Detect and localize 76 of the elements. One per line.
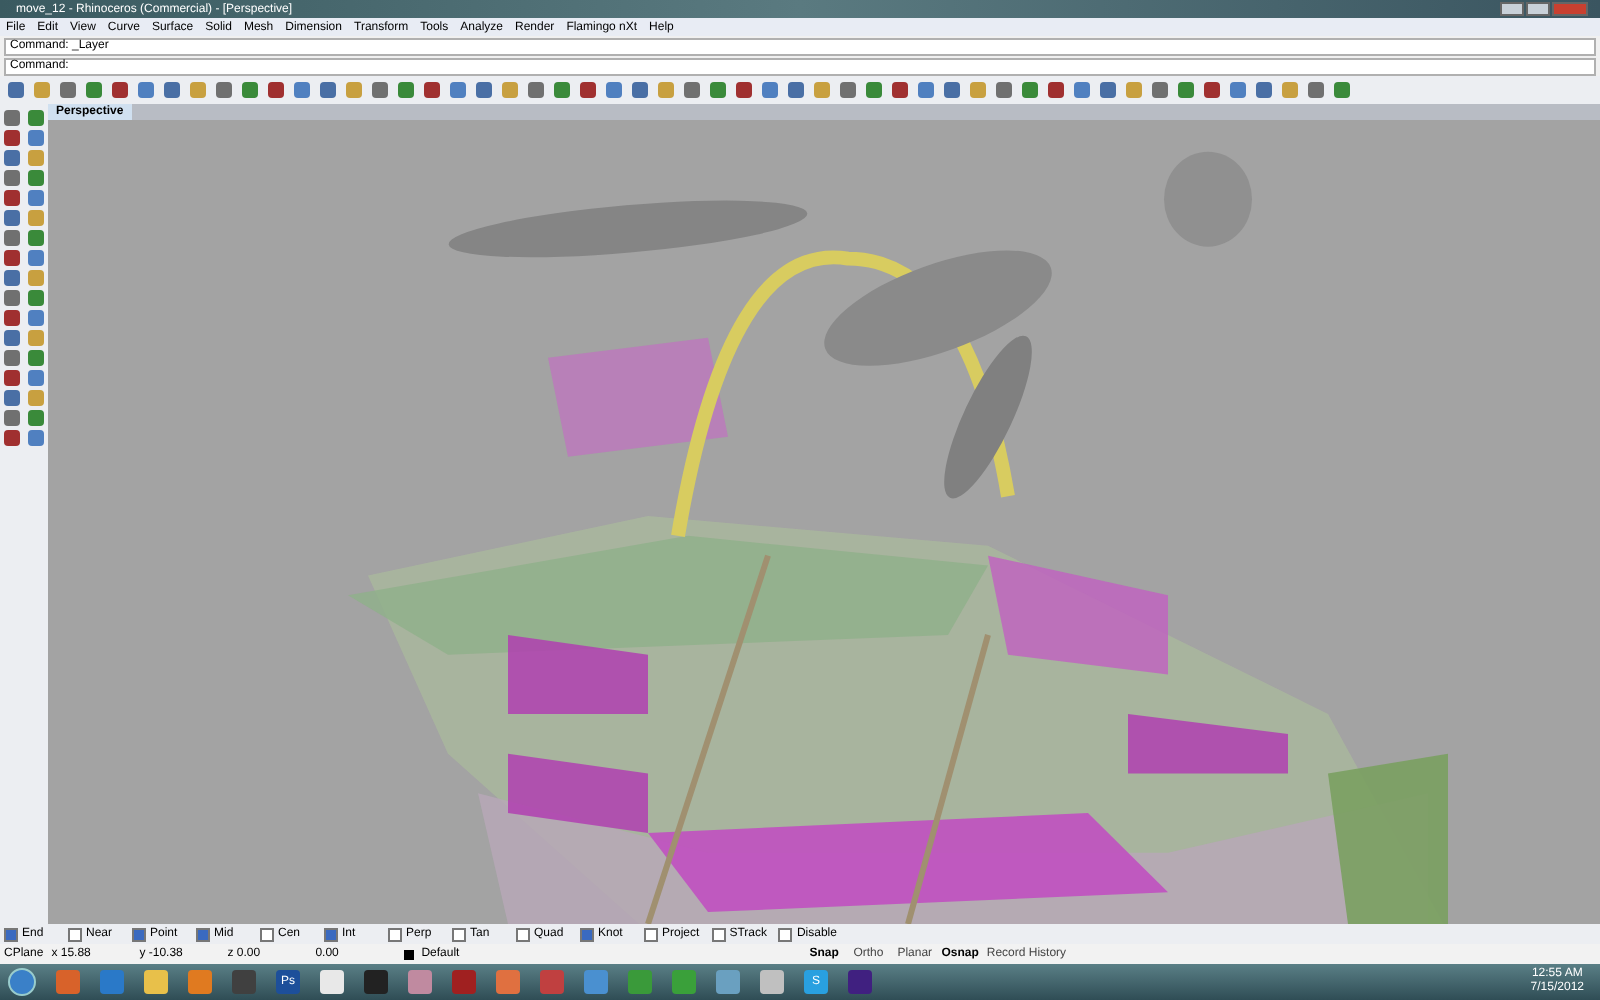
tool-button[interactable] <box>24 228 48 248</box>
minimize-button[interactable] <box>1500 2 1524 16</box>
tool-button[interactable] <box>24 408 48 428</box>
tool-button[interactable] <box>82 78 106 102</box>
tool-button[interactable] <box>134 78 158 102</box>
tool-button[interactable] <box>0 408 24 428</box>
tool-button[interactable] <box>1148 78 1172 102</box>
maximize-button[interactable] <box>1526 2 1550 16</box>
tool-button[interactable] <box>394 78 418 102</box>
tool-button[interactable] <box>24 428 48 448</box>
tool-button[interactable] <box>0 368 24 388</box>
tool-button[interactable] <box>940 78 964 102</box>
tool-button[interactable] <box>0 348 24 368</box>
tool-button[interactable] <box>264 78 288 102</box>
tool-button[interactable] <box>576 78 600 102</box>
tool-button[interactable] <box>24 368 48 388</box>
tool-button[interactable] <box>628 78 652 102</box>
tool-button[interactable] <box>732 78 756 102</box>
tool-button[interactable] <box>24 108 48 128</box>
tool-button[interactable] <box>24 128 48 148</box>
tool-button[interactable] <box>836 78 860 102</box>
tool-button[interactable] <box>1226 78 1250 102</box>
tool-button[interactable] <box>1252 78 1276 102</box>
tool-button[interactable] <box>0 128 24 148</box>
tool-button[interactable] <box>24 248 48 268</box>
tool-button[interactable] <box>1330 78 1354 102</box>
tool-button[interactable] <box>160 78 184 102</box>
tool-button[interactable] <box>758 78 782 102</box>
tool-button[interactable] <box>446 78 470 102</box>
tool-button[interactable] <box>368 78 392 102</box>
tool-button[interactable] <box>1174 78 1198 102</box>
tool-button[interactable] <box>602 78 626 102</box>
start-button[interactable] <box>8 968 36 996</box>
tool-button[interactable] <box>888 78 912 102</box>
tool-button[interactable] <box>0 428 24 448</box>
tool-button[interactable] <box>524 78 548 102</box>
tool-button[interactable] <box>0 248 24 268</box>
tool-button[interactable] <box>24 308 48 328</box>
tool-button[interactable] <box>24 168 48 188</box>
tool-button[interactable] <box>0 328 24 348</box>
tool-button[interactable] <box>0 388 24 408</box>
tool-button[interactable] <box>0 208 24 228</box>
layer-color-swatch <box>403 949 414 959</box>
tool-button[interactable] <box>1044 78 1068 102</box>
tool-button[interactable] <box>420 78 444 102</box>
tool-button[interactable] <box>0 188 24 208</box>
tool-button[interactable] <box>24 348 48 368</box>
tool-button[interactable] <box>24 288 48 308</box>
tool-button[interactable] <box>24 188 48 208</box>
tool-button[interactable] <box>4 78 28 102</box>
tool-button[interactable] <box>0 148 24 168</box>
tool-button[interactable] <box>1304 78 1328 102</box>
tool-button[interactable] <box>1018 78 1042 102</box>
tool-button[interactable] <box>1070 78 1094 102</box>
tool-button[interactable] <box>862 78 886 102</box>
tool-button[interactable] <box>1200 78 1224 102</box>
tool-button[interactable] <box>0 228 24 248</box>
tool-button[interactable] <box>0 168 24 188</box>
tool-button[interactable] <box>316 78 340 102</box>
tool-button[interactable] <box>108 78 132 102</box>
tool-button[interactable] <box>784 78 808 102</box>
tool-button[interactable] <box>238 78 262 102</box>
tool-button[interactable] <box>212 78 236 102</box>
tool-button[interactable] <box>706 78 730 102</box>
tool-button[interactable] <box>0 268 24 288</box>
tool-button[interactable] <box>0 288 24 308</box>
tool-button[interactable] <box>0 108 24 128</box>
tool-button[interactable] <box>1096 78 1120 102</box>
tool-button[interactable] <box>680 78 704 102</box>
tool-button[interactable] <box>0 308 24 328</box>
tool-button[interactable] <box>290 78 314 102</box>
tool-button[interactable] <box>914 78 938 102</box>
tool-button[interactable] <box>472 78 496 102</box>
tool-button[interactable] <box>56 78 80 102</box>
tool-button[interactable] <box>550 78 574 102</box>
tool-button[interactable] <box>992 78 1016 102</box>
